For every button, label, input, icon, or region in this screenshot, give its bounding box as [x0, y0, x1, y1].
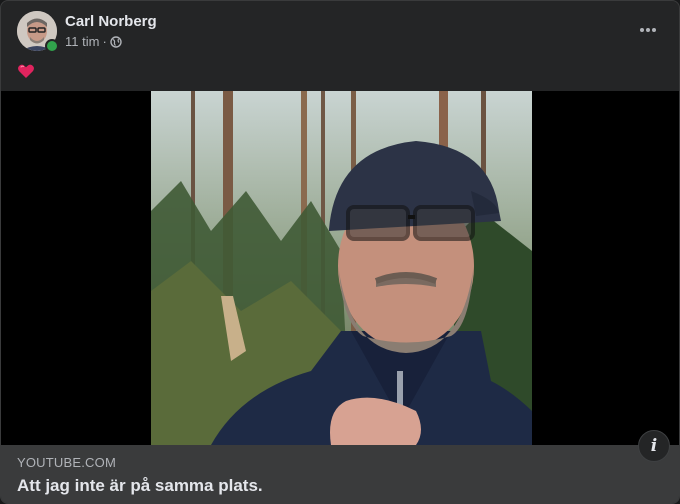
more-horizontal-icon — [640, 28, 656, 32]
video-thumbnail — [151, 91, 532, 445]
video-player[interactable] — [1, 91, 679, 445]
feed-post: Carl Norberg 11 tim · YOUTUBE.COM Att ja… — [0, 0, 680, 504]
meta-separator: · — [102, 34, 107, 49]
link-domain: YOUTUBE.COM — [17, 455, 116, 470]
post-message — [17, 61, 35, 81]
post-header: Carl Norberg 11 tim · — [17, 11, 663, 53]
info-icon: i — [650, 436, 658, 456]
link-title[interactable]: Att jag inte är på samma plats. — [17, 476, 263, 496]
link-preview[interactable]: YOUTUBE.COM Att jag inte är på samma pla… — [1, 445, 679, 503]
info-button[interactable]: i — [638, 430, 670, 462]
post-author-name[interactable]: Carl Norberg — [65, 13, 157, 30]
red-heart-icon — [18, 64, 34, 79]
online-status-indicator — [45, 39, 59, 53]
post-meta: 11 tim · — [65, 34, 122, 49]
post-timestamp[interactable]: 11 tim — [65, 34, 99, 49]
more-options-button[interactable] — [633, 15, 663, 45]
globe-icon[interactable] — [110, 35, 122, 48]
